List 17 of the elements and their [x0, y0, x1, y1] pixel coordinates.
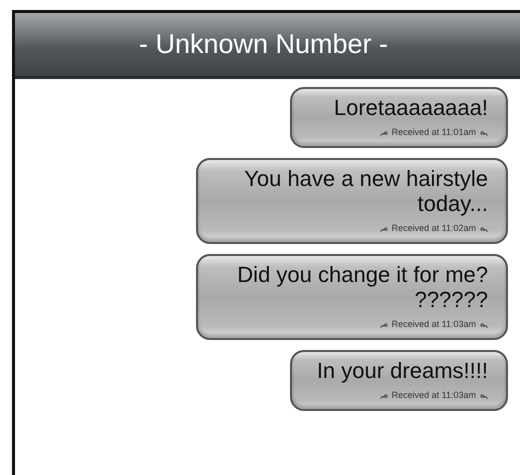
swirl-icon	[380, 321, 389, 330]
swirl-icon	[479, 129, 488, 138]
message-timestamp: Received at 11:02am	[392, 222, 476, 236]
swirl-icon	[479, 321, 488, 330]
message-text: Loretaaaaaaaa!	[332, 95, 488, 120]
swirl-icon	[380, 392, 389, 400]
message-timestamp: Received at 11:03am	[392, 389, 476, 402]
message-text: In your dreams!!!!	[316, 358, 488, 384]
swirl-icon	[380, 225, 389, 234]
swirl-icon	[380, 129, 389, 138]
swirl-icon	[479, 392, 488, 400]
message-text: Did you change it for me? ??????	[236, 262, 488, 312]
contact-title: - Unknown Number -	[138, 28, 388, 62]
message-text: You have a new hairstyle today...	[243, 166, 488, 216]
message-timestamp: Received at 11:03am	[392, 318, 476, 332]
message-timestamp: Received at 11:01am	[392, 126, 476, 140]
swirl-icon	[479, 225, 488, 234]
